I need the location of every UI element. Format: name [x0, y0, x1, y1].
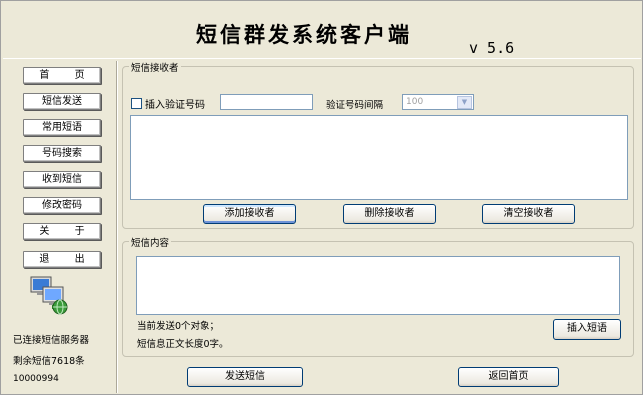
add-recipient-button[interactable]: 添加接收者 — [203, 204, 296, 224]
interval-select-value: 100 — [406, 97, 424, 107]
nav-about-button[interactable]: 关 于 — [23, 223, 101, 240]
connection-status: 已连接短信服务器 — [13, 335, 90, 346]
message-content-group-label: 短信内容 — [129, 235, 172, 249]
account-number: 10000994 — [13, 374, 59, 384]
nav-inbox-button[interactable]: 收到短信 — [23, 171, 101, 188]
recipients-group: 短信接收者 插入验证号码 验证号码间隔 100 ▼ 添加接收者 删除接收者 清空… — [122, 60, 634, 229]
recipients-list[interactable] — [130, 115, 628, 200]
chevron-down-icon[interactable]: ▼ — [457, 96, 472, 109]
header: 短信群发系统客户端 v 5.6 — [3, 3, 641, 59]
message-length-text: 短信息正文长度0字。 — [137, 339, 229, 350]
insert-phrase-button[interactable]: 插入短语 — [553, 319, 621, 340]
recipients-group-label: 短信接收者 — [129, 60, 181, 74]
insert-code-row: 插入验证号码 — [131, 96, 205, 111]
network-computer-icon — [30, 276, 68, 315]
send-sms-button[interactable]: 发送短信 — [187, 367, 303, 387]
clear-recipients-button[interactable]: 清空接收者 — [482, 204, 575, 224]
delete-recipient-button[interactable]: 删除接收者 — [343, 204, 436, 224]
app-window: 短信群发系统客户端 v 5.6 首 页 短信发送 常用短语 号码搜索 收到短信 … — [0, 0, 643, 395]
insert-code-checkbox[interactable] — [131, 98, 142, 109]
sidebar-nav: 首 页 短信发送 常用短语 号码搜索 收到短信 修改密码 关 于 退 出 已连接… — [3, 61, 117, 393]
message-content-group: 短信内容 当前发送0个对象； 短信息正文长度0字。 插入短语 — [122, 235, 634, 357]
insert-code-label: 插入验证号码 — [145, 100, 205, 111]
interval-select[interactable]: 100 ▼ — [402, 94, 474, 110]
nav-common-phrases-button[interactable]: 常用短语 — [23, 119, 101, 136]
nav-home-button[interactable]: 首 页 — [23, 67, 101, 84]
return-home-button[interactable]: 返回首页 — [458, 367, 559, 387]
app-version: v 5.6 — [469, 39, 515, 57]
nav-send-sms-button[interactable]: 短信发送 — [23, 93, 101, 110]
message-text-area[interactable] — [136, 256, 620, 315]
recipient-count-text: 当前发送0个对象； — [137, 321, 220, 332]
nav-exit-button[interactable]: 退 出 — [23, 251, 101, 268]
nav-number-search-button[interactable]: 号码搜索 — [23, 145, 101, 162]
verification-number-input[interactable] — [220, 94, 313, 110]
app-title: 短信群发系统客户端 — [196, 22, 412, 47]
interval-label: 验证号码间隔 — [326, 100, 384, 111]
remaining-sms-count: 剩余短信7618条 — [13, 356, 85, 367]
nav-change-password-button[interactable]: 修改密码 — [23, 197, 101, 214]
